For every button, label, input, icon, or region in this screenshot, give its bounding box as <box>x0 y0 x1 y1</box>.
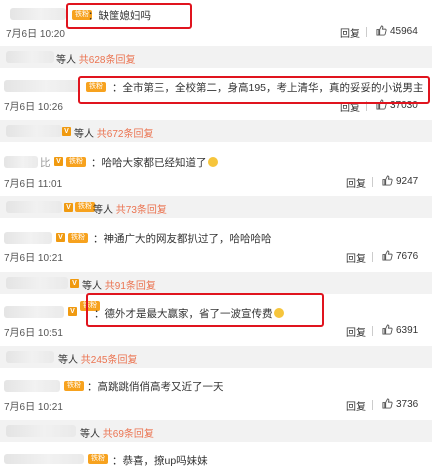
sub-reply-count[interactable]: 共69条回复 <box>103 429 154 440</box>
like-count: 7676 <box>396 251 419 262</box>
vip-v-icon: V <box>62 127 71 136</box>
like-button[interactable]: 9247 <box>382 175 418 187</box>
thumbs-up-icon <box>382 398 393 409</box>
comment-time: 7月6日 11:01 <box>4 179 63 190</box>
blurred-avatars <box>6 125 62 137</box>
thumbs-up-icon <box>376 25 387 36</box>
reply-button[interactable]: 回复 <box>340 25 360 40</box>
divider <box>372 326 373 336</box>
like-count: 6391 <box>396 325 419 336</box>
blurred-username <box>4 232 52 244</box>
vip-v-icon: V <box>64 203 73 212</box>
reply-button[interactable]: 回复 <box>346 398 366 413</box>
comment-time: 7月6日 10:21 <box>4 253 63 264</box>
vip-v-icon: V <box>70 279 79 288</box>
sub-reply-count[interactable]: 共73条回复 <box>116 205 167 216</box>
vip-v-icon: V <box>56 233 65 242</box>
vip-v-icon: V <box>54 157 63 166</box>
blurred-avatars <box>6 277 68 289</box>
divider <box>372 252 373 262</box>
blurred-username <box>4 454 84 464</box>
sub-reply-bar[interactable]: 等人 共69条回复 <box>0 420 432 442</box>
comment-item: 铁粉 ：高跳跳俏俏高考又近了一天 7月6日 10:21 回复 3736 <box>0 372 432 416</box>
thumbs-up-icon <box>382 250 393 261</box>
blurred-avatars <box>6 201 62 213</box>
comment-time: 7月6日 10:51 <box>4 328 63 339</box>
highlight-box <box>78 76 430 104</box>
comment-time: 7月6日 10:20 <box>6 29 65 40</box>
fan-badge-icon: 铁粉 <box>75 202 95 212</box>
blurred-username <box>4 380 60 392</box>
like-button[interactable]: 3736 <box>382 398 418 410</box>
fan-badge-icon: 铁粉 <box>68 233 88 243</box>
like-button[interactable]: 7676 <box>382 250 418 262</box>
blurred-avatars <box>6 425 76 437</box>
sub-reply-users: 等人 <box>58 355 78 366</box>
reply-button[interactable]: 回复 <box>346 324 366 339</box>
fan-badge-icon: 铁粉 <box>66 157 86 167</box>
comment-username-fragment: 比 <box>40 157 51 169</box>
divider <box>366 27 367 37</box>
fan-badge-icon: 铁粉 <box>88 454 108 464</box>
thumbs-up-icon <box>382 324 393 335</box>
blurred-username <box>4 80 80 92</box>
blurred-avatars <box>6 51 54 63</box>
comment-text-content: ：哈哈大家都已经知道了 <box>91 157 207 169</box>
sub-reply-bar[interactable]: V 等人 共91条回复 <box>0 272 432 294</box>
divider <box>372 177 373 187</box>
sub-reply-count[interactable]: 共245条回复 <box>81 355 138 366</box>
sub-reply-users: 等人 <box>56 55 76 66</box>
fan-badge-icon: 铁粉 <box>64 381 84 391</box>
sub-reply-count[interactable]: 共628条回复 <box>79 55 136 66</box>
sub-reply-summary[interactable]: 等人 共73条回复 <box>93 201 167 216</box>
comment-item: V 铁粉 ：神通广大的网友都扒过了，哈哈哈哈 7月6日 10:21 回复 767… <box>0 224 432 268</box>
sub-reply-summary[interactable]: 等人 共672条回复 <box>74 125 153 140</box>
thumbs-up-icon <box>382 175 393 186</box>
vip-v-icon: V <box>68 307 77 316</box>
sub-reply-summary[interactable]: 等人 共245条回复 <box>58 351 137 366</box>
like-button[interactable]: 6391 <box>382 324 418 336</box>
like-count: 3736 <box>396 399 419 410</box>
like-count: 45964 <box>390 26 418 37</box>
reply-button[interactable]: 回复 <box>346 250 366 265</box>
like-button[interactable]: 45964 <box>376 25 418 37</box>
sub-reply-bar[interactable]: V 等人 共672条回复 <box>0 120 432 142</box>
reply-button[interactable]: 回复 <box>346 175 366 190</box>
comment-item: 比 V 铁粉 ：哈哈大家都已经知道了 7月6日 11:01 回复 9247 <box>0 148 432 192</box>
comment-time: 7月6日 10:26 <box>4 102 63 113</box>
sub-reply-bar[interactable]: 等人 共628条回复 <box>0 46 432 68</box>
highlight-box <box>86 293 324 327</box>
divider <box>372 400 373 410</box>
comment-item: 铁粉 ：缺筐媳妇吗 7月6日 10:20 回复 45964 <box>0 0 432 44</box>
comment-text: ：哈哈大家都已经知道了 <box>91 155 218 170</box>
sub-reply-users: 等人 <box>93 205 113 216</box>
sub-reply-users: 等人 <box>82 281 102 292</box>
comment-text: ：恭喜，撩up吗妹妹 <box>112 455 208 467</box>
sub-reply-count[interactable]: 共91条回复 <box>105 281 156 292</box>
blurred-username <box>10 8 66 20</box>
comment-time: 7月6日 10:21 <box>4 402 63 413</box>
sub-reply-summary[interactable]: 等人 共628条回复 <box>56 51 135 66</box>
sub-reply-summary[interactable]: 等人 共91条回复 <box>82 277 156 292</box>
comment-item: 铁粉 ：恭喜，撩up吗妹妹 <box>0 446 432 467</box>
sub-reply-count[interactable]: 共672条回复 <box>97 129 154 140</box>
highlight-box <box>66 3 192 29</box>
comment-text: ：神通广大的网友都扒过了，哈哈哈哈 <box>93 233 272 245</box>
blurred-username <box>4 156 38 168</box>
sub-reply-bar[interactable]: V 铁粉 等人 共73条回复 <box>0 196 432 218</box>
blurred-username <box>4 306 64 318</box>
sub-reply-users: 等人 <box>74 129 94 140</box>
sub-reply-users: 等人 <box>80 429 100 440</box>
sub-reply-summary[interactable]: 等人 共69条回复 <box>80 425 154 440</box>
laughing-emoji-icon <box>207 157 218 167</box>
sub-reply-bar[interactable]: 等人 共245条回复 <box>0 346 432 368</box>
like-count: 9247 <box>396 176 419 187</box>
blurred-avatars <box>6 351 54 363</box>
comment-text: ：高跳跳俏俏高考又近了一天 <box>87 381 224 393</box>
